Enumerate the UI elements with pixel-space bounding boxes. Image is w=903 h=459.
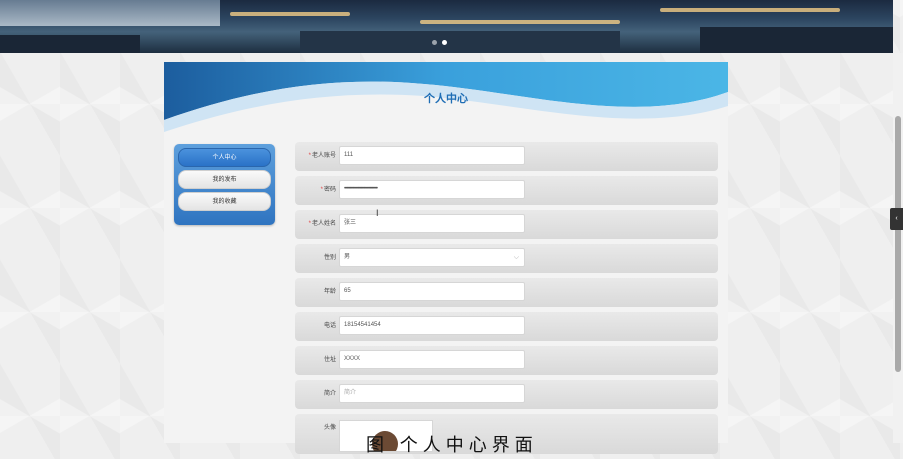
figure-caption: 图 个人中心界面 [366, 435, 538, 456]
profile-card: 个人中心 个人中心 我的发布 我的收藏 *老人账号 111 *密码 ••••••… [164, 62, 728, 454]
sidebar-item-my-favorites[interactable]: 我的收藏 [178, 192, 271, 211]
card-header: 个人中心 [164, 62, 728, 134]
avatar-label: 头像 [323, 425, 336, 431]
form-row-address: 住址 XXXX [295, 346, 718, 375]
account-label: 老人账号 [311, 153, 336, 159]
form-row-account: *老人账号 111 [295, 142, 718, 171]
gender-label: 性别 [323, 255, 336, 261]
carousel-dot[interactable] [432, 40, 437, 45]
form-row-name: *老人姓名 张三 [295, 210, 718, 239]
phone-input[interactable]: 18154541454 [339, 316, 525, 335]
form-row-phone: 电话 18154541454 [295, 312, 718, 341]
name-label: 老人姓名 [311, 221, 336, 227]
form-row-gender: 性别 男 ⌵ [295, 244, 718, 273]
carousel-dot-active[interactable] [442, 40, 447, 45]
gender-select[interactable]: 男 ⌵ [339, 248, 525, 267]
age-label: 年龄 [323, 289, 336, 295]
form-row-password: *密码 •••••••••••••••••••••••••••••• [295, 176, 718, 205]
intro-input[interactable]: 简介 [339, 384, 525, 403]
password-label: 密码 [323, 187, 336, 193]
form-row-intro: 简介 简介 [295, 380, 718, 409]
city-banner-image [0, 0, 893, 53]
address-label: 住址 [323, 357, 336, 363]
collapse-panel-button[interactable]: ‹ [890, 208, 903, 230]
scrollbar-thumb[interactable] [895, 116, 901, 372]
phone-label: 电话 [323, 323, 336, 329]
text-cursor-icon: I [376, 208, 379, 218]
sidebar-item-profile[interactable]: 个人中心 [178, 148, 271, 167]
sidebar-menu: 个人中心 我的发布 我的收藏 [174, 144, 275, 225]
form-row-age: 年龄 65 [295, 278, 718, 307]
chevron-down-icon: ⌵ [513, 254, 519, 261]
required-mark: * [320, 187, 323, 193]
gender-value: 男 [344, 254, 351, 260]
required-mark: * [308, 153, 311, 159]
required-mark: * [308, 221, 311, 227]
sidebar-item-my-posts[interactable]: 我的发布 [178, 170, 271, 189]
intro-label: 简介 [323, 391, 336, 397]
account-input[interactable]: 111 [339, 146, 525, 165]
address-input[interactable]: XXXX [339, 350, 525, 369]
page-title: 个人中心 [424, 93, 468, 105]
page-scrollbar[interactable] [893, 53, 903, 443]
name-input[interactable]: 张三 [339, 214, 525, 233]
age-input[interactable]: 65 [339, 282, 525, 301]
carousel-dots[interactable] [432, 40, 447, 45]
profile-form: *老人账号 111 *密码 ••••••••••••••••••••••••••… [295, 142, 718, 459]
password-input[interactable]: •••••••••••••••••••••••••••••• [339, 180, 525, 199]
